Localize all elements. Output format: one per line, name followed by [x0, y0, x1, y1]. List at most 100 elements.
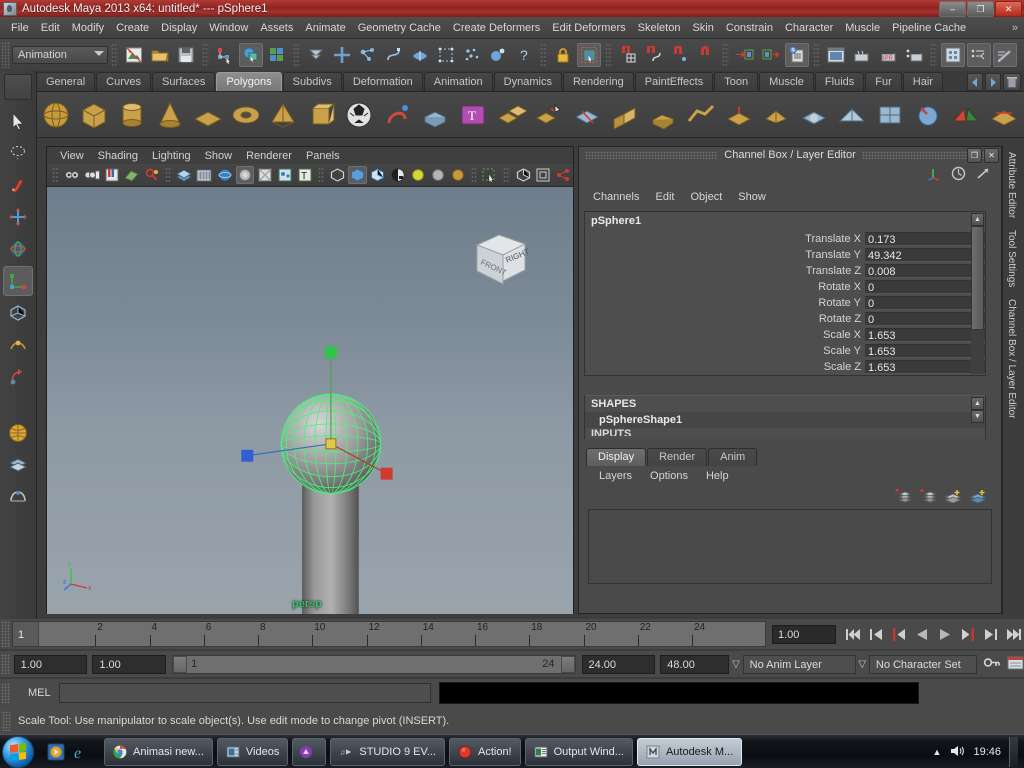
show-desktop-button[interactable] [1009, 737, 1018, 767]
command-language-label[interactable]: MEL [28, 687, 51, 699]
lock-button[interactable] [551, 43, 575, 67]
go-to-start-icon[interactable] [842, 624, 863, 644]
taskbar-button[interactable]: ♫ STUDIO 9 EV... [330, 738, 445, 766]
camera-attributes-icon[interactable] [83, 166, 101, 184]
shelf-tab-muscle[interactable]: Muscle [759, 72, 814, 91]
poly-combine-icon[interactable] [493, 97, 529, 133]
output-connections-button[interactable] [759, 43, 783, 67]
menu-item-file[interactable]: File [5, 20, 35, 36]
image-plane-icon[interactable] [123, 166, 141, 184]
viewport-canvas[interactable]: FRONT RIGHT y x z persp [47, 187, 573, 614]
minimize-button[interactable]: – [939, 1, 966, 17]
viewport-menu-view[interactable]: View [53, 150, 91, 162]
taskbar-clock[interactable]: 19:46 [973, 746, 1001, 758]
shelf-tab-painteffects[interactable]: PaintEffects [634, 72, 714, 91]
windows-start-icon[interactable] [2, 736, 34, 768]
time-slider-grip[interactable] [1, 621, 10, 647]
new-scene-button[interactable] [122, 43, 146, 67]
play-forwards-icon[interactable] [934, 624, 955, 644]
input-connections-button[interactable] [733, 43, 757, 67]
time-slider-track[interactable]: 1 2 4 6 8 10 12 14 16 18 20 22 24 [12, 621, 766, 647]
channel-value-field[interactable]: 1.653 [865, 344, 985, 358]
channel-row[interactable]: Translate X 0.173 [585, 231, 985, 247]
range-end-time-field[interactable]: 24.00 [581, 654, 656, 674]
command-line-grip[interactable] [1, 683, 10, 703]
scale-tool[interactable] [3, 266, 33, 296]
current-time-indicator[interactable]: 1 [13, 622, 39, 646]
layer-menu-help[interactable]: Help [697, 470, 738, 482]
channel-row[interactable]: Rotate X 0 [585, 279, 985, 295]
menu-item-create[interactable]: Create [110, 20, 155, 36]
viewport-menu-show[interactable]: Show [198, 150, 240, 162]
save-scene-button[interactable] [174, 43, 198, 67]
auto-keyframe-icon[interactable] [983, 656, 1001, 672]
anim-layer-field[interactable]: No Anim Layer [742, 654, 856, 674]
texture-checker-icon[interactable] [389, 166, 407, 184]
xray-icon[interactable] [256, 166, 274, 184]
shelf-prev-button[interactable] [967, 73, 983, 91]
menu-item-assets[interactable]: Assets [254, 20, 299, 36]
channel-value-field[interactable]: 0 [865, 280, 985, 294]
menu-overflow-chevron[interactable]: » [1012, 22, 1024, 34]
attribute-editor-icon[interactable] [951, 166, 966, 184]
channel-value-field[interactable]: 1.653 [865, 328, 985, 342]
move-layer-up-icon[interactable] [894, 488, 912, 506]
film-gate-icon[interactable] [195, 166, 213, 184]
shapes-scroll-down-button[interactable]: ▼ [971, 410, 984, 423]
taskbar-button[interactable]: Videos [216, 738, 289, 766]
poly-smooth-icon[interactable] [796, 97, 832, 133]
share-icon[interactable] [554, 166, 572, 184]
poly-mirror-icon[interactable] [948, 97, 984, 133]
channel-row[interactable]: Translate Y 49.342 [585, 247, 985, 263]
taskbar-button[interactable]: Output Wind... [524, 738, 633, 766]
channel-box-menu-show[interactable]: Show [730, 191, 774, 203]
poly-reduce-icon[interactable] [986, 97, 1022, 133]
current-time-field[interactable]: 1.00 [772, 624, 836, 644]
new-layer-from-selected-icon[interactable] [969, 488, 987, 506]
hardware-texturing-icon[interactable] [348, 166, 367, 184]
channel-value-field[interactable]: 0 [865, 312, 985, 326]
render-settings-button[interactable] [902, 43, 926, 67]
channel-value-field[interactable]: 0.173 [865, 232, 985, 246]
right-tab-channel-box-layer-editor[interactable]: Channel Box / Layer Editor [1003, 293, 1020, 425]
poly-pyramid-icon[interactable] [266, 97, 302, 133]
help-line-grip[interactable] [2, 710, 11, 731]
channel-row[interactable]: Scale X 1.653 [585, 327, 985, 343]
shelf-tab-toon[interactable]: Toon [714, 72, 759, 91]
media-player-icon[interactable] [46, 742, 66, 762]
render-current-frame-button[interactable] [850, 43, 874, 67]
snap-to-grid-button[interactable] [616, 43, 640, 67]
select-rendering-button[interactable] [486, 43, 510, 67]
close-button[interactable]: ✕ [995, 1, 1022, 17]
menu-item-edit-deformers[interactable]: Edit Deformers [546, 20, 631, 36]
range-right-handle[interactable] [560, 655, 575, 673]
poly-cylinder-icon[interactable] [114, 97, 150, 133]
universal-manipulator[interactable] [3, 298, 33, 328]
poly-sculpt-icon[interactable] [910, 97, 946, 133]
smooth-shade-all-icon[interactable] [328, 166, 346, 184]
resolution-gate-icon[interactable] [216, 166, 234, 184]
command-output-field[interactable] [438, 682, 919, 704]
paint-select-tool[interactable] [3, 170, 33, 200]
menu-item-create-deformers[interactable]: Create Deformers [447, 20, 546, 36]
menu-item-constrain[interactable]: Constrain [720, 20, 779, 36]
maximize-button[interactable]: ❐ [967, 1, 994, 17]
channel-row[interactable]: Visibilityon [585, 375, 985, 376]
menu-item-geometry-cache[interactable]: Geometry Cache [352, 20, 447, 36]
outliner-button[interactable] [967, 43, 991, 67]
select-curves-button[interactable] [382, 43, 406, 67]
lasso-tool[interactable] [3, 138, 33, 168]
shape-node-item[interactable]: pSphereShape1 [585, 412, 985, 428]
ipr-render-button[interactable]: IPR [876, 43, 900, 67]
open-scene-button[interactable] [148, 43, 172, 67]
menu-item-window[interactable]: Window [203, 20, 254, 36]
select-misc-button[interactable]: ? [512, 43, 536, 67]
shapes-scroll-up-button[interactable]: ▲ [971, 397, 984, 410]
command-input-field[interactable] [58, 683, 431, 703]
animation-preferences-icon[interactable] [1007, 656, 1024, 673]
channel-box-menu-edit[interactable]: Edit [647, 191, 682, 203]
shelf-tab-dynamics[interactable]: Dynamics [493, 72, 562, 91]
channel-value-field[interactable]: 0.008 [865, 264, 985, 278]
poly-bridge-icon[interactable] [683, 97, 719, 133]
poly-triangulate-icon[interactable] [834, 97, 870, 133]
